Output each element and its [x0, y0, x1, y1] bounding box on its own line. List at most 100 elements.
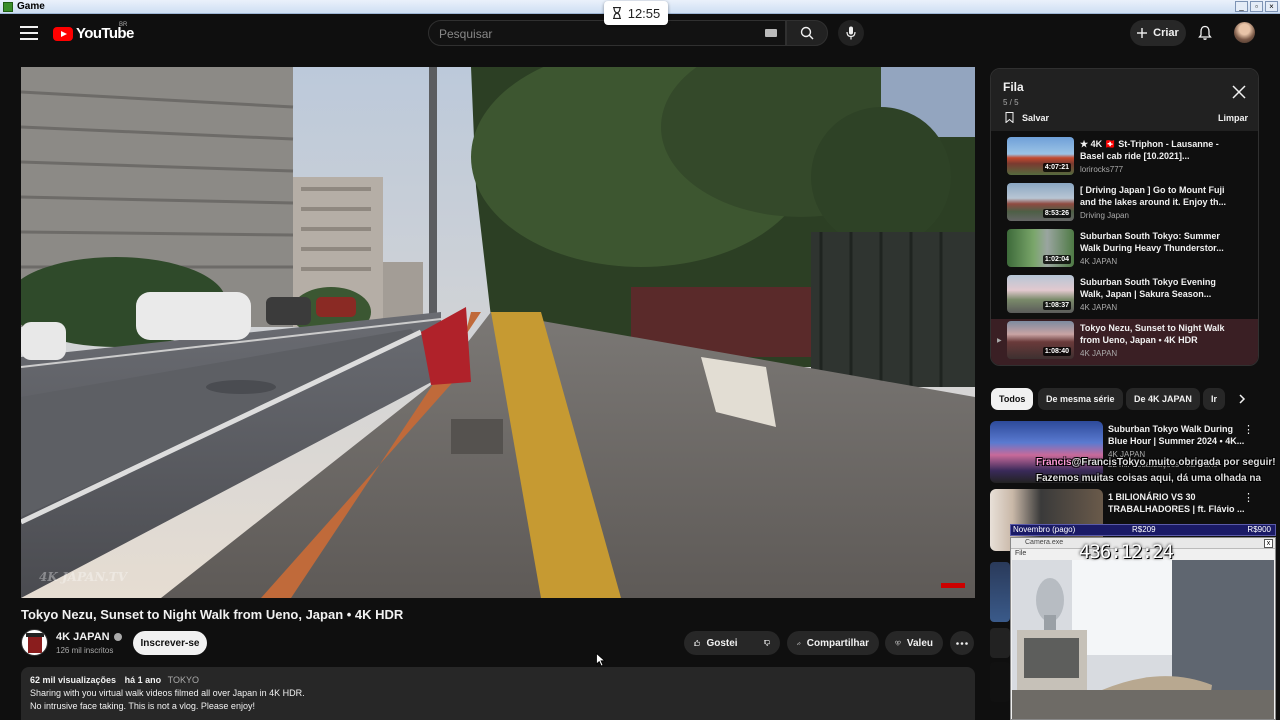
camera-close-button[interactable]: x: [1264, 539, 1273, 548]
queue-duration: 8:53:26: [1042, 209, 1071, 218]
app-icon: [3, 2, 13, 12]
queue-duration: 4:07:21: [1042, 163, 1071, 172]
microphone-icon: [846, 26, 856, 40]
upload-age: há 1 ano: [124, 675, 162, 685]
video-frame: [21, 67, 975, 598]
thumbs-up-icon[interactable]: [694, 637, 701, 649]
budget-bar: Novembro (pago) R$209 R$900: [1010, 524, 1276, 536]
share-icon: [797, 641, 801, 645]
chevron-right-icon[interactable]: [1236, 393, 1248, 405]
search-icon: [800, 26, 814, 40]
chat-username: Francis: [1036, 457, 1072, 468]
verified-icon: [113, 633, 122, 642]
channel-name-text: 4K JAPAN: [56, 631, 110, 643]
thanks-heart-icon: $: [895, 640, 901, 646]
close-icon[interactable]: [1232, 85, 1246, 99]
camera-room-image: [1012, 560, 1274, 719]
recommendation-title: Suburban Tokyo Walk During Blue Hour | S…: [1108, 424, 1245, 446]
queue-item[interactable]: 4:07:21 ★ 4K 🇨🇭 St-Triphon - Lausanne - …: [991, 135, 1258, 181]
voice-search-button[interactable]: [838, 20, 864, 46]
search-button[interactable]: [786, 20, 828, 46]
notifications-bell-icon[interactable]: [1197, 25, 1213, 41]
queue-duration: 1:08:37: [1042, 301, 1071, 310]
location-tag[interactable]: TOKYO: [168, 675, 199, 685]
timer-text: 12:55: [627, 5, 661, 21]
timer-badge: 12:55: [604, 1, 668, 25]
now-playing-icon: ▶: [997, 338, 1002, 344]
video-title: Tokyo Nezu, Sunset to Night Walk from Ue…: [21, 607, 404, 622]
queue-panel: Fila 5 / 5 Salvar Limpar 4:07:21 ★ 4K 🇨🇭…: [990, 68, 1259, 366]
queue-thumbnail: 4:07:21: [1007, 137, 1074, 175]
queue-item-title: [ Driving Japan ] Go to Mount Fuji and t…: [1080, 185, 1227, 207]
queue-thumbnail: 1:08:40: [1007, 321, 1074, 359]
video-player[interactable]: 4K JAPAN.TV: [21, 67, 975, 598]
chip-same-series[interactable]: De mesma série: [1038, 388, 1123, 410]
recommendation-thumbnail-partial[interactable]: [990, 628, 1010, 658]
queue-item[interactable]: 8:53:26 [ Driving Japan ] Go to Mount Fu…: [991, 181, 1258, 227]
chip-all[interactable]: Todos: [991, 388, 1034, 410]
create-button[interactable]: Criar: [1130, 20, 1186, 46]
camera-feed: [1012, 560, 1274, 719]
queue-clear-button[interactable]: Limpar: [1218, 113, 1248, 123]
queue-item[interactable]: 1:02:04 Suburban South Tokyo: Summer Wal…: [991, 227, 1258, 273]
recommendation-thumbnail-partial[interactable]: [990, 562, 1010, 622]
queue-item-channel: 4K JAPAN: [1080, 257, 1118, 266]
stream-chat-overlay: Francis@FrancisTokyo muito obrigada por …: [1036, 455, 1280, 487]
more-horizontal-icon: [956, 641, 968, 645]
view-count: 62 mil visualizações: [30, 675, 117, 685]
queue-item-now-playing[interactable]: ▶ 1:08:40 Tokyo Nezu, Sunset to Night Wa…: [991, 319, 1258, 365]
more-vertical-icon[interactable]: ⋮: [1243, 491, 1254, 504]
queue-item-title: ★ 4K 🇨🇭 St-Triphon - Lausanne - Basel ca…: [1080, 139, 1219, 161]
description-line-2: No intrusive face taking. This is not a …: [30, 701, 255, 711]
queue-save-label: Salvar: [1022, 112, 1050, 123]
subscribe-watermark[interactable]: [941, 583, 965, 588]
more-actions-button[interactable]: [950, 631, 974, 655]
plus-icon: [1137, 28, 1148, 38]
budget-value-spent: R$209: [1132, 525, 1156, 534]
thanks-button[interactable]: $ Valeu: [885, 631, 943, 655]
maximize-button[interactable]: ▫: [1250, 1, 1263, 12]
description-line-1: Sharing with you virtual walk videos fil…: [30, 688, 305, 698]
search-input[interactable]: [439, 25, 759, 43]
close-window-button[interactable]: ×: [1265, 1, 1278, 12]
bookmark-icon: [1005, 112, 1014, 123]
like-label[interactable]: Gostei: [706, 638, 737, 649]
description-box[interactable]: 62 mil visualizações há 1 ano TOKYO Shar…: [21, 667, 975, 720]
thanks-label: Valeu: [906, 637, 933, 649]
subscribe-button[interactable]: Inscrever-se: [133, 631, 207, 655]
budget-value-total: R$900: [1247, 525, 1271, 534]
recommendation-thumbnail-partial[interactable]: [990, 662, 1010, 702]
queue-item-channel: 4K JAPAN: [1080, 349, 1118, 358]
create-label: Criar: [1153, 27, 1179, 39]
queue-item-title: Tokyo Nezu, Sunset to Night Walk from Ue…: [1080, 323, 1225, 345]
country-code: BR: [119, 22, 128, 28]
window-controls: _ ▫ ×: [1235, 1, 1278, 12]
queue-duration: 1:02:04: [1042, 255, 1071, 264]
user-avatar[interactable]: [1234, 22, 1255, 43]
like-dislike-group: Gostei: [684, 631, 780, 655]
keyboard-icon[interactable]: [765, 29, 777, 37]
queue-save-button[interactable]: Salvar: [1005, 112, 1049, 123]
channel-avatar[interactable]: [21, 629, 48, 656]
menu-icon[interactable]: [20, 26, 38, 40]
chip-from-channel[interactable]: De 4K JAPAN: [1126, 388, 1200, 410]
filter-chips: Todos De mesma série De 4K JAPAN Ir: [990, 387, 1260, 411]
share-label: Compartilhar: [806, 637, 869, 649]
chat-message: @FrancisTokyo muito obrigada por seguir!…: [1036, 457, 1276, 484]
queue-item-title: Suburban South Tokyo Evening Walk, Japan…: [1080, 277, 1216, 299]
queue-header: Fila 5 / 5 Salvar Limpar: [991, 69, 1258, 131]
share-button[interactable]: Compartilhar: [787, 631, 879, 655]
more-vertical-icon[interactable]: ⋮: [1243, 423, 1254, 436]
screen: Game _ ▫ × YouTube BR Criar: [0, 0, 1280, 720]
queue-item-channel: lorirocks777: [1080, 165, 1124, 174]
channel-name[interactable]: 4K JAPAN: [56, 631, 122, 643]
queue-duration: 1:08:40: [1042, 347, 1071, 356]
minimize-button[interactable]: _: [1235, 1, 1248, 12]
thumbs-down-icon[interactable]: [763, 637, 770, 649]
chip-more[interactable]: Ir: [1203, 388, 1226, 410]
queue-item-title: Suburban South Tokyo: Summer Walk During…: [1080, 231, 1224, 253]
queue-thumbnail: 1:08:37: [1007, 275, 1074, 313]
queue-item[interactable]: 1:08:37 Suburban South Tokyo Evening Wal…: [991, 273, 1258, 319]
youtube-logo[interactable]: YouTube BR: [53, 22, 134, 42]
queue-item-channel: 4K JAPAN: [1080, 303, 1118, 312]
